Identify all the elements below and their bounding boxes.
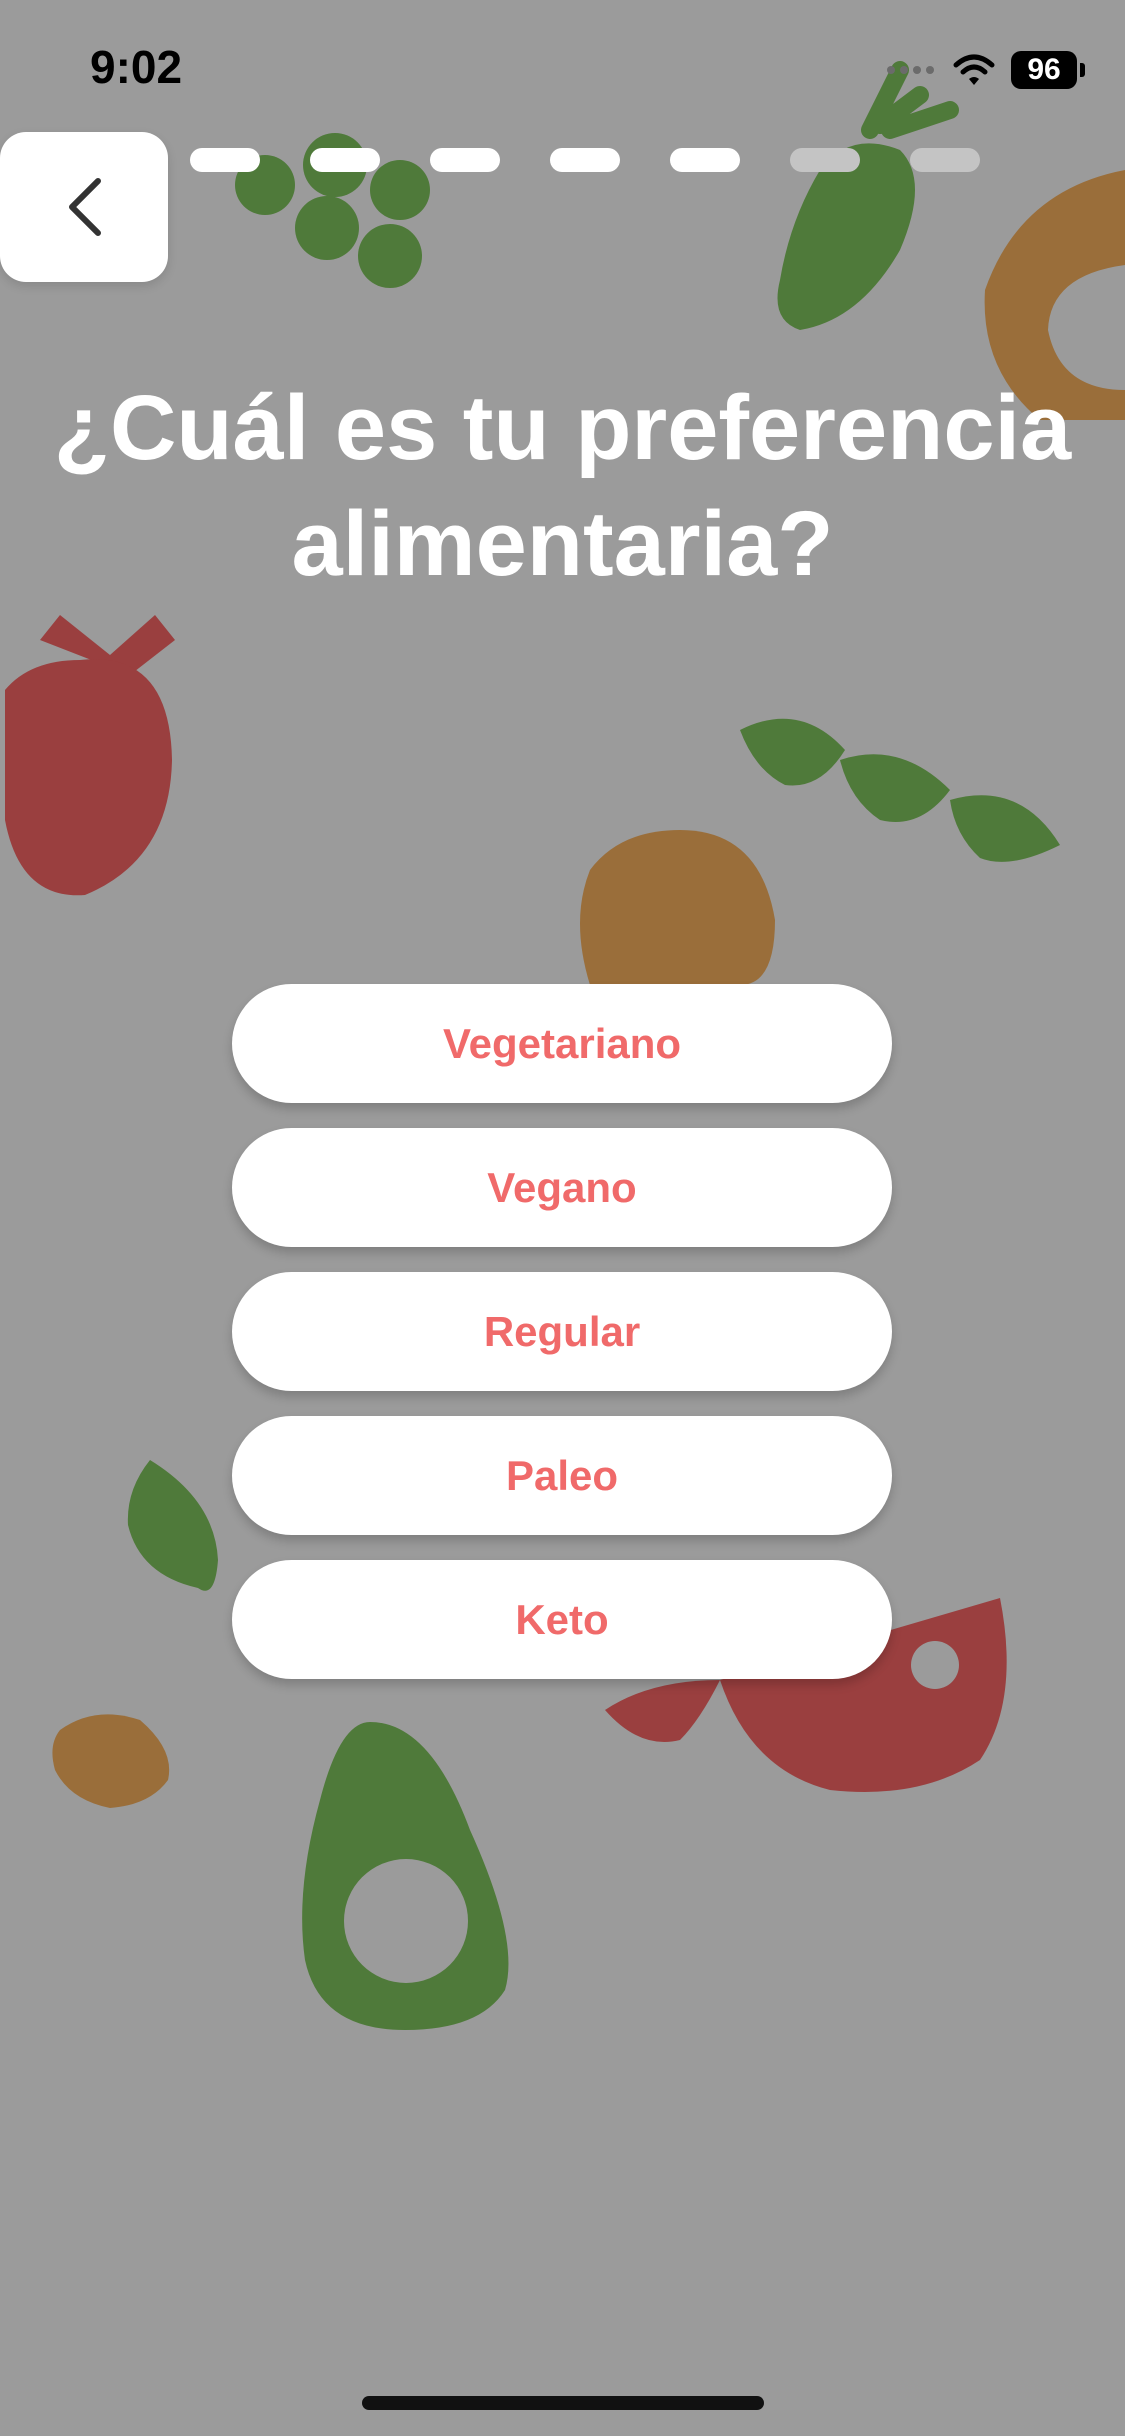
battery-icon: 96	[1011, 51, 1085, 89]
progress-step	[550, 148, 620, 172]
chevron-left-icon	[69, 178, 101, 236]
progress-step	[430, 148, 500, 172]
option-paleo[interactable]: Paleo	[232, 1416, 892, 1535]
leaf-icon	[127, 1460, 218, 1591]
battery-level: 96	[1011, 51, 1077, 89]
cellular-icon	[887, 66, 934, 74]
strawberry-icon	[5, 615, 175, 896]
status-bar: 9:02 96	[0, 0, 1125, 130]
progress-step	[310, 148, 380, 172]
back-button[interactable]	[0, 132, 168, 282]
home-indicator[interactable]	[362, 2396, 764, 2410]
question-title: ¿Cuál es tu preferencia alimentaria?	[53, 377, 1072, 595]
option-regular[interactable]: Regular	[232, 1272, 892, 1391]
progress-step	[670, 148, 740, 172]
battery-cap	[1080, 63, 1085, 77]
progress-step	[790, 148, 860, 172]
options-list: Vegetariano Vegano Regular Paleo Keto	[232, 984, 892, 1679]
potato-icon	[580, 830, 775, 985]
progress-indicator	[190, 148, 980, 172]
status-icons: 96	[885, 45, 1085, 95]
option-vegetariano[interactable]: Vegetariano	[232, 984, 892, 1103]
avocado-icon	[302, 1722, 509, 2030]
progress-step	[910, 148, 980, 172]
herb-icon	[740, 718, 1060, 862]
status-time: 9:02	[90, 41, 183, 93]
option-vegano[interactable]: Vegano	[232, 1128, 892, 1247]
nut-icon	[52, 1714, 170, 1808]
wifi-icon	[953, 54, 995, 85]
progress-step	[190, 148, 260, 172]
option-keto[interactable]: Keto	[232, 1560, 892, 1679]
